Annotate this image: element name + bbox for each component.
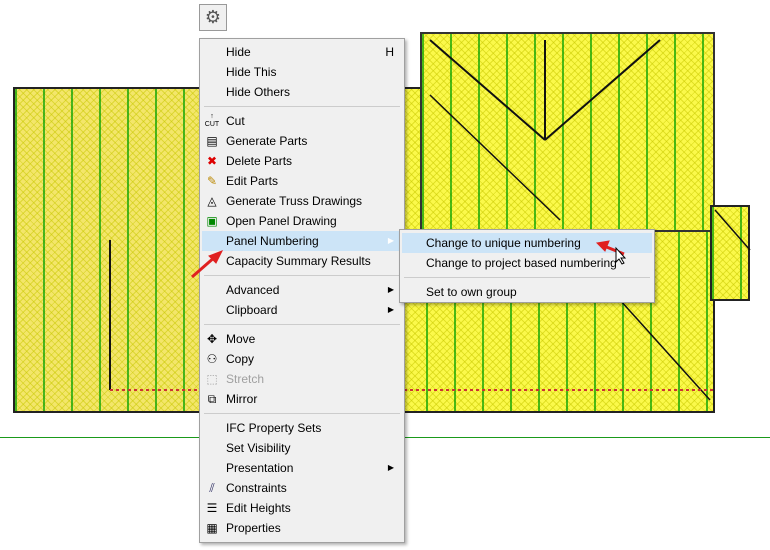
annotation-arrows <box>191 240 627 279</box>
annotation-arrow-icon <box>191 250 224 279</box>
mouse-cursor-icon <box>615 246 627 265</box>
